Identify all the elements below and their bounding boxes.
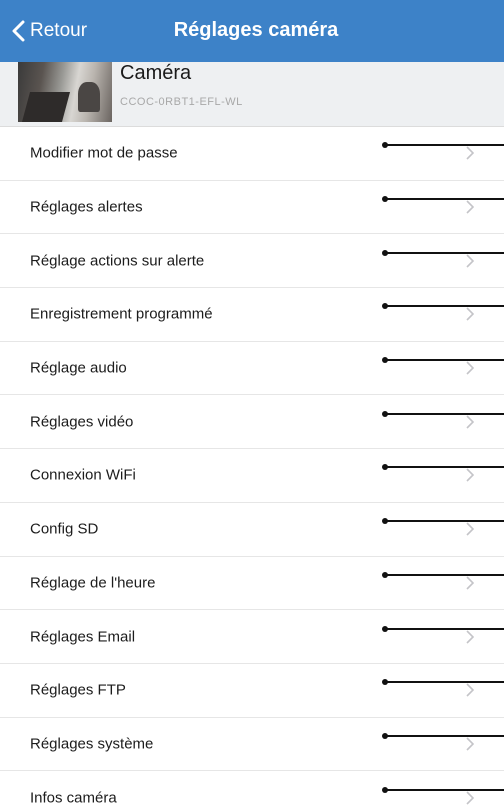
menu-item-label: Connexion WiFi: [30, 466, 136, 484]
menu-item-label: Réglages Email: [30, 628, 136, 646]
menu-item-label: Enregistrement programmé: [30, 305, 213, 323]
menu-item[interactable]: Réglages système: [0, 718, 504, 772]
menu-item[interactable]: Réglages vidéo: [0, 395, 504, 450]
annotation-pointer-line: [384, 734, 504, 737]
chevron-right-icon: [466, 522, 474, 536]
menu-item-label: Réglage actions sur alerte: [30, 252, 205, 270]
camera-header[interactable]: Caméra CCOC-0RBT1-EFL-WL: [0, 62, 504, 127]
annotation-pointer-line: [384, 305, 504, 308]
annotation-pointer-line: [384, 412, 504, 415]
annotation-pointer-line: [384, 520, 504, 523]
menu-item[interactable]: Réglage actions sur alerte: [0, 234, 504, 289]
camera-id: CCOC-0RBT1-EFL-WL: [120, 96, 243, 108]
chevron-right-icon: [466, 737, 474, 751]
menu-item-label: Réglages FTP: [30, 681, 126, 699]
annotation-pointer-line: [384, 359, 504, 362]
annotation-pointer-line: [384, 681, 504, 684]
annotation-pointer-line: [384, 573, 504, 576]
menu-item-label: Infos caméra: [30, 789, 117, 806]
menu-item[interactable]: Infos caméra: [0, 771, 504, 806]
chevron-right-icon: [466, 200, 474, 214]
camera-thumbnail: [18, 62, 112, 122]
annotation-pointer-line: [384, 144, 504, 147]
menu-item[interactable]: Réglage de l'heure: [0, 557, 504, 611]
annotation-pointer-line: [384, 251, 504, 254]
camera-name: Caméra: [120, 62, 192, 84]
chevron-right-icon: [466, 683, 474, 697]
menu-item[interactable]: Modifier mot de passe: [0, 127, 504, 181]
menu-item[interactable]: Connexion WiFi: [0, 449, 504, 503]
annotation-pointer-line: [384, 466, 504, 469]
chevron-right-icon: [466, 254, 474, 268]
chevron-right-icon: [466, 415, 474, 429]
navigation-bar: Retour Réglages caméra: [0, 0, 504, 62]
menu-item[interactable]: Config SD: [0, 503, 504, 557]
camera-settings-screen: Retour Réglages caméra Caméra CCOC-0RBT1…: [0, 0, 504, 806]
menu-item-label: Réglage de l'heure: [30, 574, 156, 592]
menu-item[interactable]: Réglage audio: [0, 342, 504, 396]
annotation-pointer-line: [384, 788, 504, 791]
menu-item[interactable]: Réglages FTP: [0, 664, 504, 718]
menu-item[interactable]: Enregistrement programmé: [0, 288, 504, 342]
menu-item-label: Réglages vidéo: [30, 413, 134, 431]
annotation-pointer-line: [384, 627, 504, 630]
chevron-right-icon: [466, 576, 474, 590]
menu-item[interactable]: Réglages alertes: [0, 181, 504, 235]
settings-menu-list: Modifier mot de passe Réglages alertes Rég…: [0, 127, 504, 806]
menu-item-label: Config SD: [30, 520, 99, 538]
chevron-right-icon: [466, 307, 474, 321]
menu-item[interactable]: Réglages Email: [0, 610, 504, 664]
chevron-right-icon: [466, 361, 474, 375]
menu-item-label: Réglages alertes: [30, 198, 143, 216]
chevron-right-icon: [466, 629, 474, 644]
menu-item-label: Réglage audio: [30, 359, 127, 377]
chevron-right-icon: [466, 146, 474, 160]
chevron-right-icon: [466, 468, 474, 483]
page-title: Réglages caméra: [173, 19, 339, 41]
menu-item-label: Réglages système: [30, 735, 154, 753]
annotation-pointer-line: [384, 198, 504, 201]
menu-item-label: Modifier mot de passe: [30, 144, 178, 162]
chevron-right-icon: [466, 791, 474, 805]
